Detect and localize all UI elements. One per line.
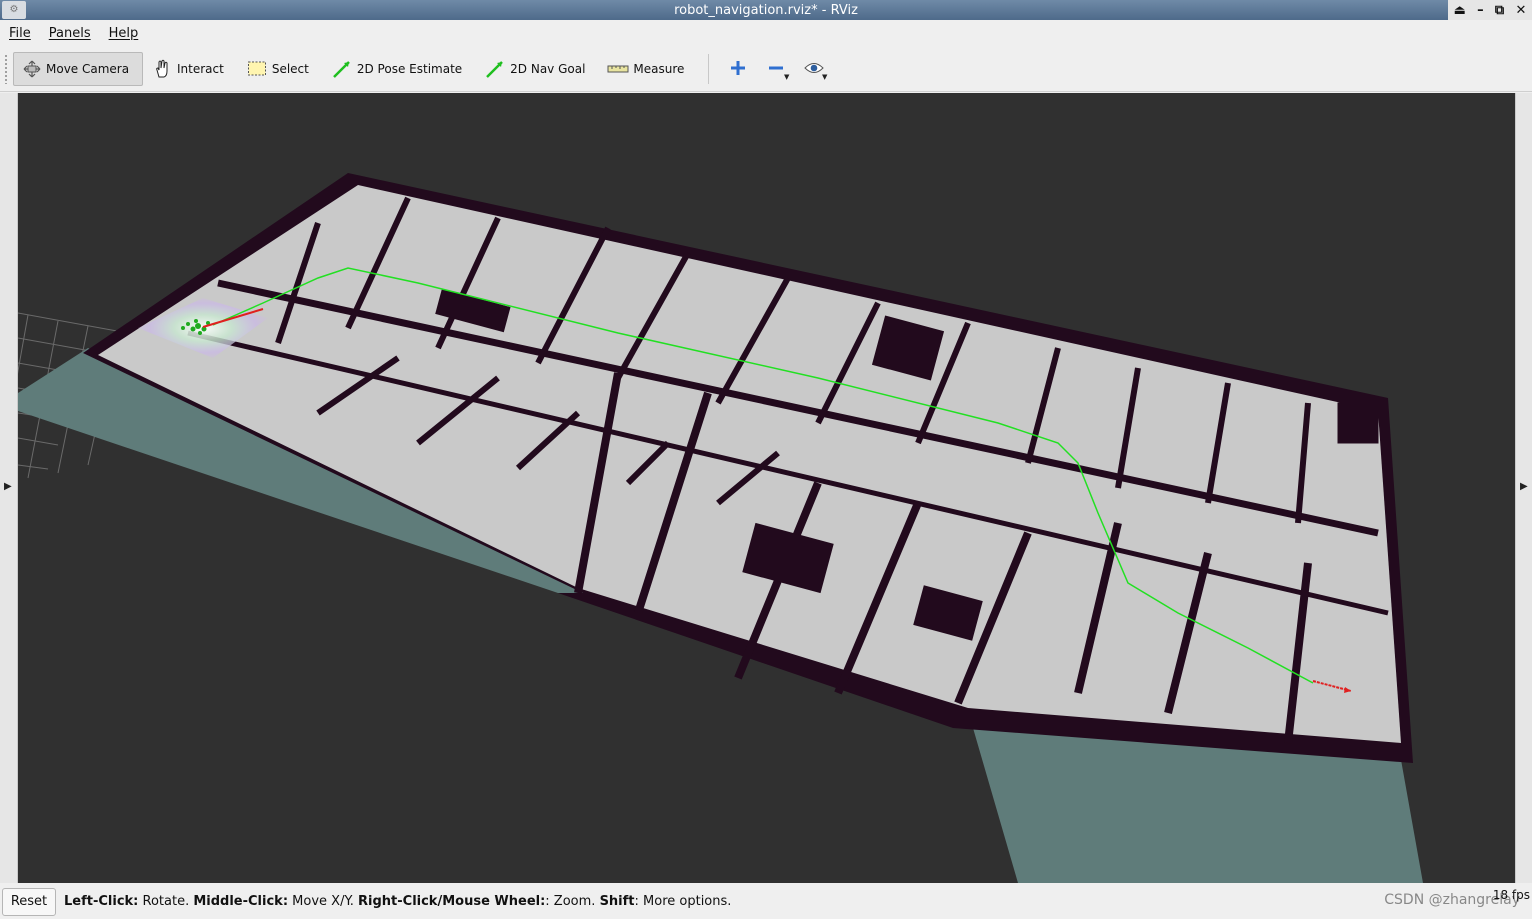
menu-file[interactable]: File xyxy=(0,26,40,41)
status-bar: Reset Left-Click: Rotate. Middle-Click: … xyxy=(0,884,1532,919)
mouse-hint-text: Left-Click: Rotate. Middle-Click: Move X… xyxy=(64,894,731,909)
tool-label: Select xyxy=(271,62,309,76)
hint-key: Left-Click: xyxy=(64,894,139,909)
window-controls: ⏏ – ⧉ ✕ xyxy=(1448,0,1532,20)
tool-interact[interactable]: Interact xyxy=(143,52,238,86)
chevron-down-icon: ▼ xyxy=(822,73,828,81)
add-tool-button[interactable] xyxy=(719,54,757,84)
hint-action: Rotate. xyxy=(138,894,194,909)
plus-icon xyxy=(730,60,746,79)
tool-select[interactable]: Select xyxy=(238,52,323,86)
minimize-icon[interactable]: – xyxy=(1477,3,1484,18)
window-title: robot_navigation.rviz* - RViz xyxy=(674,2,858,18)
restore-icon[interactable]: ⧉ xyxy=(1495,3,1504,18)
chevron-down-icon: ▼ xyxy=(784,73,790,81)
view-tool-button[interactable]: ▼ xyxy=(795,54,833,84)
toolbar-separator xyxy=(708,54,710,84)
tool-2d-pose-estimate[interactable]: 2D Pose Estimate xyxy=(323,52,476,86)
menu-panels[interactable]: Panels xyxy=(40,26,100,41)
toolbar-grip[interactable] xyxy=(4,54,8,84)
eject-icon[interactable]: ⏏ xyxy=(1454,3,1466,18)
remove-tool-button[interactable]: ▼ xyxy=(757,54,795,84)
hint-action: : Zoom. xyxy=(545,894,600,909)
move-camera-icon xyxy=(22,59,42,79)
fps-counter: 18 fps xyxy=(1492,888,1530,902)
tool-measure[interactable]: Measure xyxy=(599,52,698,86)
select-box-icon xyxy=(246,59,268,79)
tool-move-camera[interactable]: Move Camera xyxy=(13,52,143,86)
ruler-icon xyxy=(607,59,629,79)
tools-toolbar: Move Camera Interact Select 2D Pose Esti… xyxy=(0,47,1532,92)
tool-label: 2D Pose Estimate xyxy=(356,62,463,76)
minus-icon xyxy=(768,60,784,79)
menu-bar: File Panels Help xyxy=(0,21,1532,46)
hint-key: Shift xyxy=(599,894,635,909)
title-bar: ⚙ robot_navigation.rviz* - RViz ⏏ – ⧉ ✕ xyxy=(0,0,1532,20)
hint-action: Move X/Y. xyxy=(288,894,359,909)
green-arrow-icon xyxy=(484,59,506,79)
reset-button[interactable]: Reset xyxy=(2,887,56,916)
close-icon[interactable]: ✕ xyxy=(1515,3,1526,18)
expand-left-arrow-icon[interactable]: ▶ xyxy=(4,481,12,492)
rviz-app-icon[interactable]: ⚙ xyxy=(2,1,26,19)
hint-action: : More options. xyxy=(634,894,732,909)
left-dock-rail[interactable]: ▶ xyxy=(0,93,18,883)
map-scene xyxy=(18,173,1423,883)
tool-label: Move Camera xyxy=(46,62,130,76)
green-arrow-icon xyxy=(331,59,353,79)
expand-right-arrow-icon[interactable]: ▶ xyxy=(1520,481,1528,492)
hint-key: Middle-Click: xyxy=(193,894,289,909)
3d-render-view[interactable] xyxy=(18,93,1515,883)
right-dock-rail[interactable]: ▶ xyxy=(1515,93,1532,883)
tool-label: 2D Nav Goal xyxy=(510,62,586,76)
tool-2d-nav-goal[interactable]: 2D Nav Goal xyxy=(476,52,599,86)
tool-label: Measure xyxy=(633,62,685,76)
tool-label: Interact xyxy=(177,62,224,76)
hint-key: Right-Click/Mouse Wheel: xyxy=(358,894,546,909)
hand-icon xyxy=(151,59,173,79)
menu-help[interactable]: Help xyxy=(100,26,148,41)
